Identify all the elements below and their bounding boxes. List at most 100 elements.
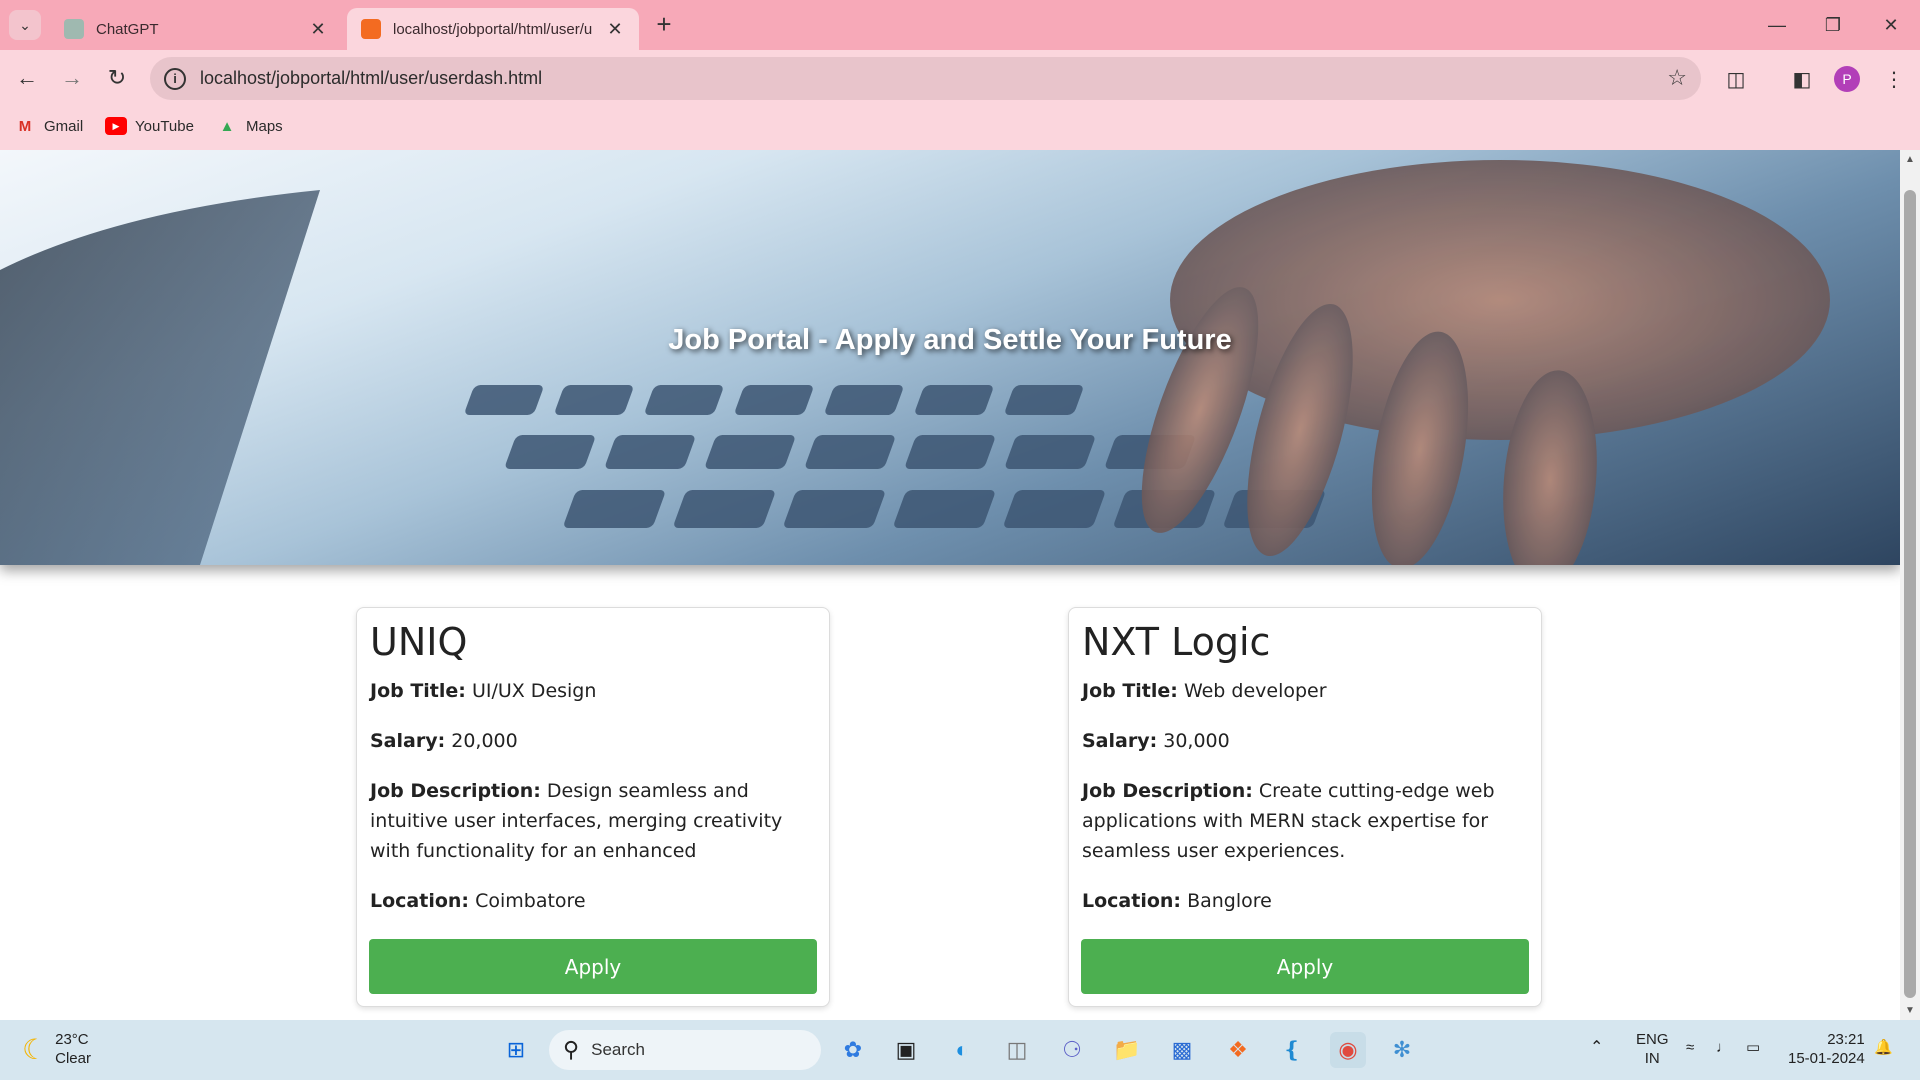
browser-toolbar: ← → ↻ i localhost/jobportal/html/user/us… [0, 50, 1920, 107]
bookmark-label: YouTube [135, 117, 194, 135]
apply-button[interactable]: Apply [1081, 939, 1529, 994]
file-explorer-icon[interactable]: 📁 [1109, 1032, 1145, 1068]
company-name: UNIQ [370, 620, 468, 664]
description-row: Job Description: Design seamless and int… [370, 776, 816, 866]
description-row: Job Description: Create cutting-edge web… [1082, 776, 1528, 866]
clock-date: 15-01-2024 [1788, 1050, 1865, 1067]
chatgpt-icon [64, 19, 84, 39]
location-value: Coimbatore [475, 890, 586, 912]
job-title-label: Job Title: [370, 680, 466, 702]
lang-bottom: IN [1644, 1050, 1660, 1067]
salary-value: 20,000 [451, 730, 518, 752]
minimize-button[interactable]: — [1750, 8, 1804, 42]
info-icon[interactable]: i [164, 67, 186, 90]
app-icon[interactable]: ✻ [1384, 1032, 1420, 1068]
chrome-icon[interactable]: ◉ [1330, 1032, 1366, 1068]
salary-label: Salary: [1082, 730, 1158, 752]
scrollbar-thumb[interactable] [1904, 190, 1916, 998]
teams-icon[interactable]: ⚆ [1054, 1032, 1090, 1068]
profile-avatar[interactable]: P [1834, 66, 1860, 92]
arrow-right-icon: → [61, 65, 83, 90]
job-title-value: UI/UX Design [471, 680, 597, 702]
lang-top: ENG [1636, 1031, 1669, 1048]
address-bar[interactable]: i localhost/jobportal/html/user/userdash… [150, 57, 1701, 100]
task-view-icon[interactable]: ▣ [888, 1032, 924, 1068]
chevron-down-icon: ⌄ [19, 16, 31, 33]
description-label: Job Description: [370, 780, 541, 802]
store-icon[interactable]: ▩ [1164, 1032, 1200, 1068]
salary-label: Salary: [370, 730, 446, 752]
copilot-icon[interactable]: ✿ [835, 1032, 871, 1068]
bookmark-youtube[interactable]: ▶ YouTube [105, 117, 194, 135]
maps-icon: ▲ [219, 117, 235, 135]
taskbar-search[interactable]: ⚲ Search [549, 1030, 821, 1070]
edge-icon[interactable]: ◐ [944, 1032, 980, 1068]
clock[interactable]: 23:21 15-01-2024 [1788, 1030, 1865, 1068]
tab-title: localhost/jobportal/html/user/u [393, 20, 593, 38]
side-panel-icon[interactable]: ◧ [1787, 64, 1817, 94]
close-icon[interactable]: ✕ [605, 19, 625, 40]
search-label: Search [591, 1040, 645, 1059]
moon-icon: ☾ [22, 1033, 48, 1065]
apply-button[interactable]: Apply [369, 939, 817, 994]
bookmark-maps[interactable]: ▲ Maps [216, 117, 283, 135]
reload-icon: ↻ [107, 65, 127, 90]
star-icon[interactable]: ☆ [1667, 65, 1687, 91]
scroll-up-icon[interactable]: ▲ [1900, 154, 1920, 165]
battery-icon[interactable]: ▭ [1746, 1038, 1760, 1057]
forward-button[interactable]: → [54, 60, 90, 96]
tab-jobportal[interactable]: localhost/jobportal/html/user/u ✕ [347, 8, 639, 50]
bookmark-gmail[interactable]: M Gmail [14, 117, 83, 135]
extensions-icon[interactable]: ◫ [1721, 64, 1751, 94]
job-title-row: Job Title: UI/UX Design [370, 676, 816, 706]
job-title-label: Job Title: [1082, 680, 1178, 702]
job-title-value: Web developer [1183, 680, 1327, 702]
weather-desc: Clear [55, 1050, 91, 1067]
weather-temp: 23°C [55, 1031, 89, 1048]
chevron-up-icon[interactable]: ⌃ [1590, 1038, 1603, 1057]
reload-button[interactable]: ↻ [99, 60, 135, 96]
restore-button[interactable]: ❐ [1806, 8, 1860, 42]
os-taskbar: ☾ 23°C Clear ⊞ ⚲ Search ✿ ▣ ◐ ◫ ⚆ 📁 ▩ ❖ … [0, 1020, 1920, 1080]
notification-bell-icon[interactable]: 🔔 [1874, 1038, 1893, 1057]
hero-title: Job Portal - Apply and Settle Your Futur… [668, 324, 1232, 356]
keyboard-illustration [0, 160, 1830, 565]
youtube-icon: ▶ [105, 117, 127, 135]
salary-row: Salary: 30,000 [1082, 726, 1528, 756]
menu-kebab-icon[interactable]: ⋮ [1879, 64, 1909, 94]
bookmark-label: Maps [246, 117, 283, 135]
job-title-row: Job Title: Web developer [1082, 676, 1528, 706]
gmail-icon: M [18, 117, 32, 135]
back-button[interactable]: ← [9, 60, 45, 96]
notepad-icon[interactable]: ◫ [999, 1032, 1035, 1068]
tab-title: ChatGPT [96, 20, 159, 38]
salary-value: 30,000 [1163, 730, 1230, 752]
tab-search-button[interactable]: ⌄ [9, 10, 41, 40]
bookmarks-bar: M Gmail ▶ YouTube ▲ Maps [0, 107, 1920, 150]
xampp-icon [361, 19, 381, 39]
xampp-icon[interactable]: ❖ [1220, 1032, 1256, 1068]
wifi-icon[interactable]: ≈ [1686, 1038, 1694, 1057]
window-close-button[interactable]: ✕ [1864, 8, 1918, 42]
close-icon[interactable]: ✕ [308, 19, 328, 40]
new-tab-button[interactable]: + [650, 11, 678, 40]
vscode-icon[interactable]: ❴ [1274, 1032, 1310, 1068]
page-scrollbar[interactable]: ▲ ▼ [1900, 150, 1920, 1020]
job-card: UNIQ Job Title: UI/UX Design Salary: 20,… [356, 607, 830, 1007]
bookmark-label: Gmail [44, 117, 84, 135]
windows-start-icon[interactable]: ⊞ [498, 1032, 534, 1068]
clock-time: 23:21 [1827, 1031, 1865, 1048]
location-value: Banglore [1187, 890, 1272, 912]
arrow-left-icon: ← [16, 65, 38, 90]
scroll-down-icon[interactable]: ▼ [1900, 1005, 1920, 1016]
url-text[interactable]: localhost/jobportal/html/user/userdash.h… [200, 68, 542, 89]
search-icon: ⚲ [563, 1037, 580, 1062]
location-label: Location: [1082, 890, 1182, 912]
weather-widget[interactable]: ☾ 23°C Clear [22, 1030, 91, 1068]
language-indicator[interactable]: ENG IN [1636, 1030, 1669, 1068]
location-label: Location: [370, 890, 470, 912]
volume-icon[interactable]: ♩ [1716, 1038, 1731, 1057]
location-row: Location: Banglore [1082, 886, 1528, 916]
tab-chatgpt[interactable]: ChatGPT ✕ [50, 8, 342, 50]
description-label: Job Description: [1082, 780, 1253, 802]
